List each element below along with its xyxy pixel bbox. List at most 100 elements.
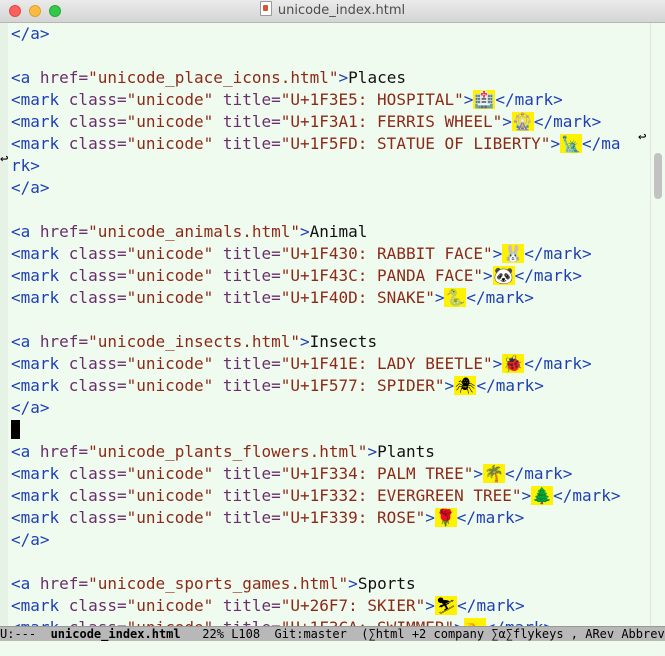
code-token: </mark> [456,508,525,527]
code-token: <mark [11,134,69,153]
emoji-glyph: 🐼 [492,266,515,285]
code-token: title= [222,354,281,373]
code-token: <mark [11,596,69,615]
window-title: unicode_index.html [277,3,406,18]
emoji-glyph: 🎡 [511,112,534,131]
code-token: class= [68,134,127,153]
code-token: rk> [11,156,40,175]
code-token: <mark [11,376,69,395]
code-line: </a> [11,529,621,551]
modeline-modes: (∑html +2 company ∑α∑flykeys , ARev Abbr… [361,627,665,641]
emoji-glyph: 🌴 [483,464,505,483]
code-token: title= [222,244,281,263]
code-token: href= [39,68,89,87]
code-token: <mark [11,112,69,131]
code-token: </mark> [476,376,544,395]
code-token: <mark [11,508,69,527]
code-token: "unicode" [126,134,223,153]
line-wrap-icon: ↩ [0,151,9,167]
title-bar[interactable]: unicode_index.html [0,0,665,23]
code-token: Insects [309,332,378,351]
code-line: <mark class="unicode" title="U+1F339: RO… [11,507,621,529]
emoji-glyph: 🌹 [434,508,457,527]
code-token: "U+1F577: SPIDER" [280,376,445,395]
code-line: <a href="unicode_plants_flowers.html">Pl… [11,441,621,463]
code-token: "unicode_place_icons.html" [88,68,339,87]
emoji-glyph: 🌲 [531,486,554,505]
code-token: class= [68,596,127,615]
emoji-glyph: 🐍 [444,288,467,307]
code-line: </a> [11,397,621,419]
code-token: "U+1F334: PALM TREE" [280,464,474,483]
code-line: <mark class="unicode" title="U+1F3A1: FE… [11,111,621,133]
modeline-buffer-name: unicode_index.html [50,627,181,641]
code-token: </a> [11,398,50,417]
vertical-scrollbar[interactable] [650,23,665,626]
code-token: <mark [11,618,69,626]
code-token: > [463,90,474,109]
code-token: <a [11,332,40,351]
code-token: class= [68,90,127,109]
code-line: <mark class="unicode" title="U+1F3E5: HO… [11,89,621,111]
code-line: <mark class="unicode" title="U+1F43C: PA… [11,265,621,287]
code-line: <mark class="unicode" title="U+1F40D: SN… [11,287,621,309]
modeline-position: 22% L108 [180,627,275,641]
code-token: <a [11,222,40,241]
code-token: </mark> [457,596,525,615]
code-token: <a [11,68,40,87]
code-token: title= [222,266,281,285]
code-token: "U+1F3E5: HOSPITAL" [280,90,464,109]
scrollbar-thumb[interactable] [654,153,662,199]
code-token: "unicode" [126,266,223,285]
emoji-glyph: 🏊 [463,618,486,626]
html-document-icon [259,1,272,16]
code-token: </mark> [553,486,621,505]
code-line: <mark class="unicode" title="U+26F7: SKI… [11,595,621,617]
code-token: > [425,596,435,615]
code-token: Plants [377,442,435,461]
code-token: > [338,68,349,87]
code-token: "U+1F339: ROSE" [280,508,426,527]
code-line: <mark class="unicode" title="U+1F41E: LA… [11,353,621,375]
window-title-area: unicode_index.html [0,0,665,22]
code-token: title= [223,618,281,626]
code-token: href= [39,574,89,593]
code-token: class= [68,486,127,505]
code-token: > [502,112,512,131]
code-token: > [300,332,310,351]
code-token: <mark [11,464,69,483]
line-wrap-icon: ↩ [638,129,647,145]
code-token: "U+1F332: EVERGREEN TREE" [280,486,522,505]
editor-text-area[interactable]: </a> <a href="unicode_place_icons.html">P… [0,23,650,626]
code-token: "unicode" [126,486,223,505]
code-token: class= [68,266,127,285]
code-token: "U+1F5FD: STATUE OF LIBERTY" [280,134,551,153]
emoji-glyph: 🐞 [502,354,525,373]
code-token: class= [68,464,127,483]
code-token: </a> [11,530,50,549]
code-token: class= [68,354,127,373]
code-line: <mark class="unicode" title="U+1F332: EV… [11,485,621,507]
code-line: <mark class="unicode" title="U+1F577: SP… [11,375,621,397]
code-token: "unicode" [126,464,223,483]
code-token: title= [222,596,281,615]
code-token: "unicode" [126,376,223,395]
code-token: > [550,134,561,153]
code-token: title= [222,112,281,131]
emoji-glyph: 🐰 [502,244,525,263]
code-line: </a> [11,23,621,45]
code-token: "unicode" [126,596,223,615]
code-token: "U+1F43C: PANDA FACE" [280,266,484,285]
code-token: "unicode" [126,90,223,109]
code-token: > [425,508,435,527]
minibuffer[interactable] [0,641,665,656]
code-token: Sports [357,574,416,593]
code-token: class= [68,288,127,307]
code-token: </mark> [533,112,602,131]
code-line [11,419,621,441]
code-line: <a href="unicode_sports_games.html">Spor… [11,573,621,595]
code-token: class= [69,618,127,626]
code-token: "U+1F41E: LADY BEETLE" [280,354,493,373]
